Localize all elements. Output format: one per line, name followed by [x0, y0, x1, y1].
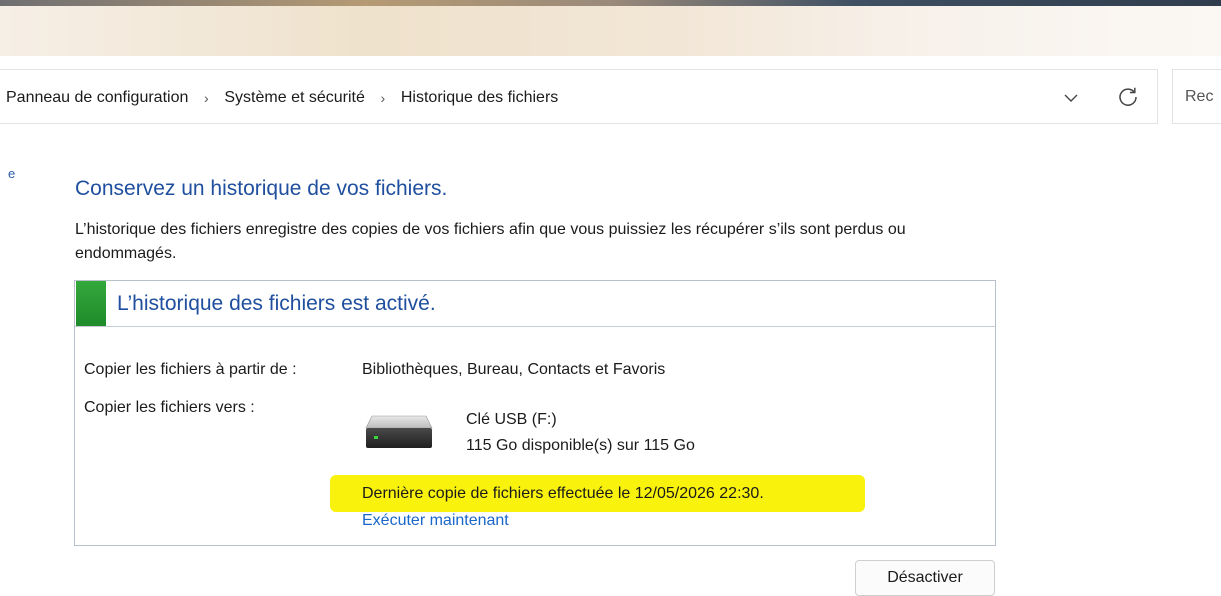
run-now-link[interactable]: Exécuter maintenant	[362, 512, 509, 530]
search-input[interactable]: Rec	[1172, 69, 1221, 124]
copy-from-label: Copier les fichiers à partir de :	[84, 361, 297, 378]
breadcrumb: Panneau de configuration › Système et sé…	[6, 70, 558, 125]
window-title-area	[0, 0, 1221, 56]
status-text: L’historique des fichiers est activé.	[117, 292, 436, 315]
drive-space: 115 Go disponible(s) sur 115 Go	[466, 437, 695, 454]
breadcrumb-control-panel[interactable]: Panneau de configuration	[6, 89, 188, 107]
search-placeholder: Rec	[1185, 88, 1214, 105]
usb-drive-icon	[365, 415, 433, 448]
file-history-panel: L’historique des fichiers est activé. Co…	[74, 280, 996, 546]
left-pane-link-fragment[interactable]: e	[8, 166, 15, 181]
page-description: L’historique des fichiers enregistre des…	[75, 221, 906, 262]
chevron-down-icon[interactable]	[1060, 87, 1082, 109]
refresh-icon[interactable]	[1115, 84, 1141, 110]
status-header: L’historique des fichiers est activé.	[75, 281, 995, 327]
breadcrumb-separator-icon[interactable]: ›	[199, 90, 213, 106]
breadcrumb-system-security[interactable]: Système et sécurité	[224, 89, 365, 107]
page-title: Conservez un historique de vos fichiers.	[75, 177, 448, 200]
copy-from-value: Bibliothèques, Bureau, Contacts et Favor…	[362, 361, 666, 378]
last-copy-text: Dernière copie de fichiers effectuée le …	[362, 485, 764, 502]
breadcrumb-file-history[interactable]: Historique des fichiers	[401, 89, 558, 107]
status-indicator	[76, 281, 106, 326]
drive-name: Clé USB (F:)	[466, 411, 557, 428]
address-bar[interactable]: Panneau de configuration › Système et sé…	[0, 69, 1158, 124]
breadcrumb-separator-icon[interactable]: ›	[376, 90, 390, 106]
copy-to-label: Copier les fichiers vers :	[84, 399, 255, 416]
